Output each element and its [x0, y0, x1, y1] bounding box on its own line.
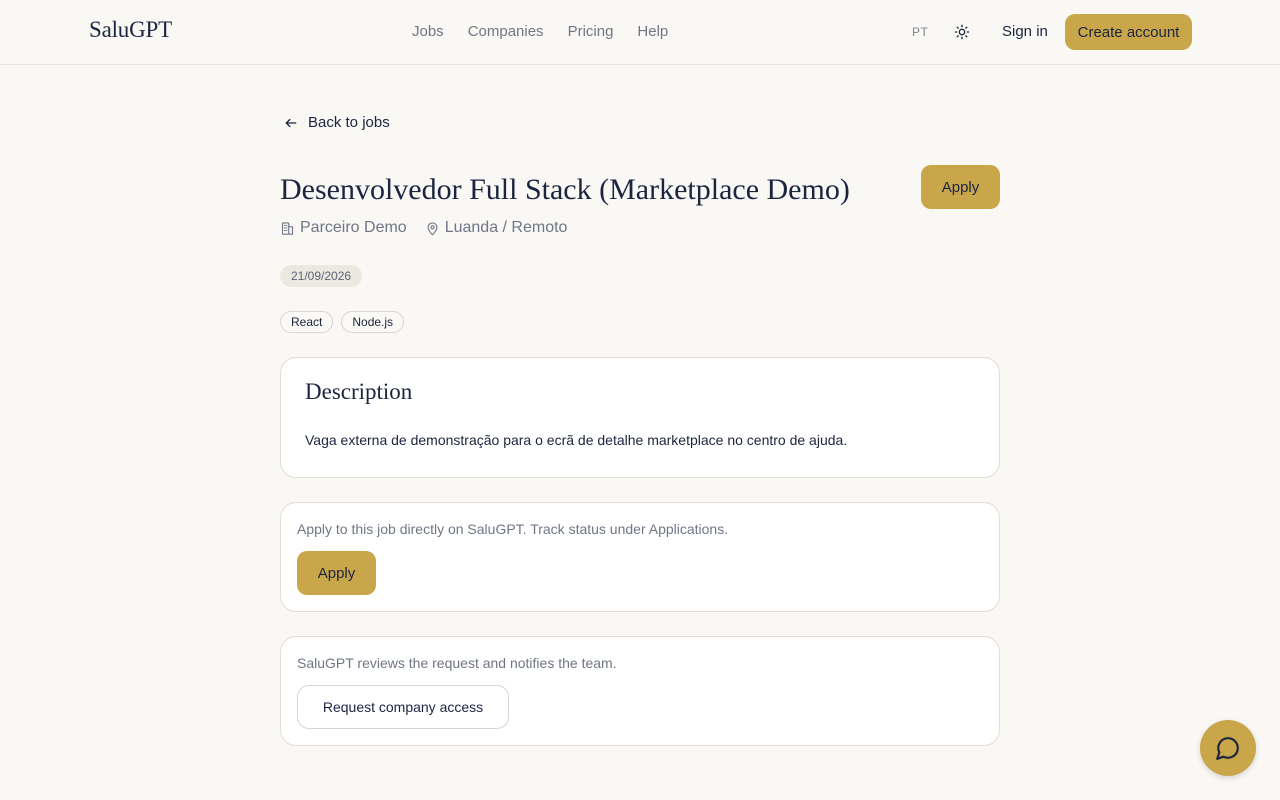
- job-title: Desenvolvedor Full Stack (Marketplace De…: [280, 173, 850, 206]
- description-text: Vaga externa de demonstração para o ecrã…: [305, 432, 848, 448]
- tag-react: React: [280, 311, 334, 333]
- nav-help[interactable]: Help: [637, 23, 668, 40]
- location-info: Luanda / Remoto: [425, 219, 568, 237]
- nav-companies[interactable]: Companies: [468, 23, 544, 40]
- job-meta: Parceiro Demo Luanda / Remoto: [280, 219, 585, 237]
- apply-button-top[interactable]: Apply: [921, 165, 1000, 209]
- theme-toggle-button[interactable]: [952, 22, 972, 42]
- language-switch[interactable]: PT: [912, 25, 928, 39]
- date-badge: 21/09/2026: [280, 265, 363, 287]
- top-navbar: SaluGPT Jobs Companies Pricing Help PT S…: [0, 0, 1280, 65]
- back-to-jobs-link[interactable]: Back to jobs: [284, 114, 390, 131]
- back-label: Back to jobs: [308, 114, 390, 131]
- nav-pricing[interactable]: Pricing: [568, 23, 614, 40]
- company-access-card: SaluGPT reviews the request and notifies…: [280, 636, 1000, 746]
- main-nav: Jobs Companies Pricing Help: [412, 23, 668, 40]
- request-company-access-button[interactable]: Request company access: [297, 685, 509, 729]
- apply-info-text: Apply to this job directly on SaluGPT. T…: [297, 521, 729, 537]
- description-card: Description Vaga externa de demonstração…: [280, 357, 1000, 478]
- company-info: Parceiro Demo: [280, 219, 407, 237]
- chat-button[interactable]: [1200, 720, 1256, 776]
- arrow-left-icon: [285, 118, 297, 127]
- chat-bubble-icon: [1216, 737, 1239, 760]
- sign-in-link[interactable]: Sign in: [1002, 23, 1048, 40]
- description-heading: Description: [305, 379, 413, 404]
- sun-icon: [954, 24, 970, 40]
- tag-nodejs: Node.js: [341, 311, 405, 333]
- nav-jobs[interactable]: Jobs: [412, 23, 444, 40]
- create-account-button[interactable]: Create account: [1065, 14, 1192, 50]
- apply-button[interactable]: Apply: [297, 551, 376, 595]
- location: Luanda / Remoto: [444, 219, 568, 236]
- company-name: Parceiro Demo: [300, 219, 407, 236]
- access-info-text: SaluGPT reviews the request and notifies…: [297, 655, 617, 671]
- building-icon: [281, 221, 294, 235]
- logo[interactable]: SaluGPT: [89, 17, 172, 43]
- skill-tags: React Node.js: [280, 311, 405, 333]
- map-pin-icon: [427, 221, 438, 235]
- apply-card: Apply to this job directly on SaluGPT. T…: [280, 502, 1000, 612]
